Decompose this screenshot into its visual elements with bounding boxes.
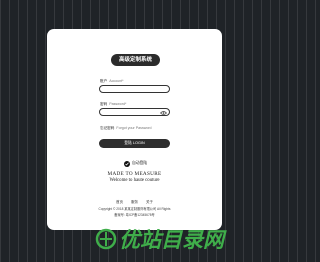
remember-label: 自动登陆 (132, 161, 148, 166)
footer-link-home[interactable]: 首页 (116, 200, 123, 204)
site-logo-icon (95, 228, 117, 250)
slogan-subtitle: Welcome to haute couture (109, 178, 160, 183)
password-input[interactable] (99, 108, 170, 116)
account-input[interactable] (99, 85, 170, 93)
eye-icon[interactable] (160, 110, 167, 115)
account-label: 账户 Account* (100, 79, 124, 84)
copyright: Copyright © 2018 某某定制服饰有限公司 All Rights (98, 207, 171, 211)
watermark-text: 优站目录网 (119, 228, 224, 252)
footer-link-service[interactable]: 服务 (131, 200, 138, 204)
password-label: 密码 Password* (100, 102, 126, 107)
remember-me[interactable]: 自动登陆 (124, 155, 148, 167)
watermark: 优站目录网 (95, 226, 245, 254)
forgot-label-en: Forgot your Password (116, 126, 152, 130)
password-label-en: Password* (109, 102, 127, 106)
slogan-title: MADE TO MEASURE (107, 171, 162, 177)
account-label-cn: 账户 (100, 79, 108, 83)
forgot-password-link[interactable]: 忘记密码 Forgot your Password (100, 126, 152, 131)
password-label-cn: 密码 (100, 102, 108, 106)
footer-nav: 首页 服务 关于 (47, 200, 222, 205)
login-button[interactable]: 登陆 LOGIN (99, 139, 170, 148)
login-card: 高级定制系统 账户 Account* 密码 Password* 忘记密码 Forgot… (47, 29, 222, 230)
page-title: 高级定制系统 (111, 54, 160, 66)
footer-link-about[interactable]: 关于 (146, 200, 153, 204)
checkmark-icon[interactable] (124, 160, 130, 167)
icp-record: 备案号: 粤ICP备12345678号 (114, 213, 155, 217)
forgot-label-cn: 忘记密码 (100, 126, 115, 130)
account-label-en: Account* (109, 79, 124, 83)
